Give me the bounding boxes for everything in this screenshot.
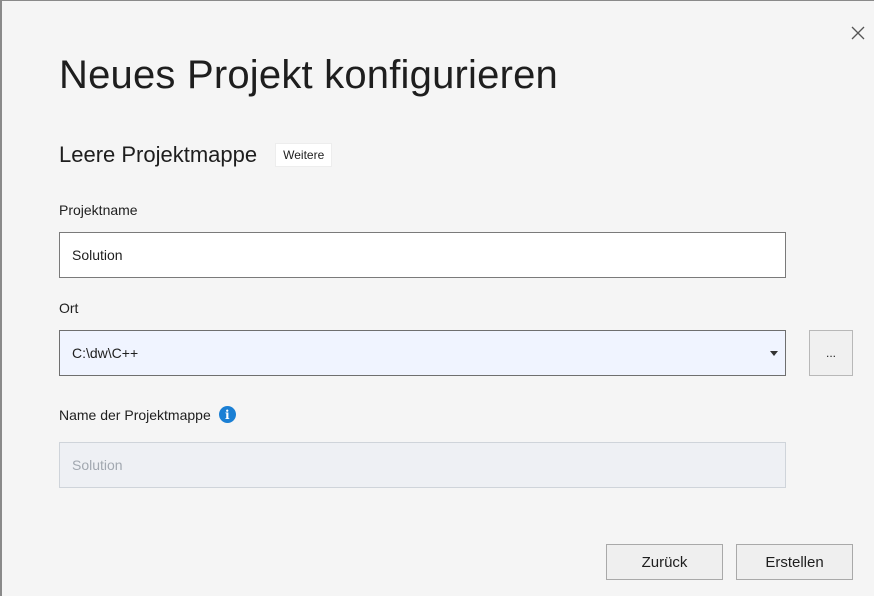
browse-button[interactable]: ... — [809, 330, 853, 376]
more-button[interactable]: Weitere — [275, 143, 333, 167]
solution-name-input: Solution — [59, 442, 786, 488]
template-name: Leere Projektmappe — [59, 142, 258, 167]
template-row: Leere Projektmappe Weitere — [59, 142, 333, 168]
close-icon — [851, 26, 865, 40]
page-title: Neues Projekt konfigurieren — [59, 53, 558, 97]
info-icon[interactable]: i — [218, 406, 236, 423]
solution-name-label-row: Name der Projektmappe i — [59, 406, 236, 423]
project-name-value: Solution — [72, 247, 123, 263]
back-button[interactable]: Zurück — [606, 544, 723, 580]
configure-project-dialog: Neues Projekt konfigurieren Leere Projek… — [0, 0, 874, 596]
caret-down-icon — [770, 350, 778, 356]
project-name-label: Projektname — [59, 202, 138, 218]
close-button[interactable] — [848, 23, 868, 43]
dropdown-arrow[interactable] — [763, 331, 785, 375]
create-button[interactable]: Erstellen — [736, 544, 853, 580]
project-name-input[interactable]: Solution — [59, 232, 786, 278]
location-label: Ort — [59, 300, 79, 316]
solution-name-placeholder: Solution — [72, 457, 123, 473]
solution-name-label: Name der Projektmappe — [59, 406, 211, 423]
location-select[interactable]: C:\dw\C++ — [59, 330, 786, 376]
location-value: C:\dw\C++ — [72, 345, 139, 361]
